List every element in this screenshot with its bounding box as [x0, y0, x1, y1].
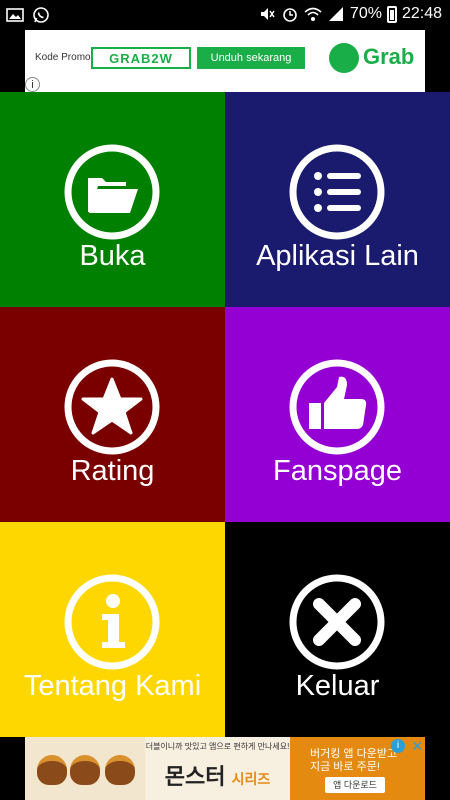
grab-logo: [329, 43, 359, 73]
status-bar: 70% 22:48: [0, 0, 450, 30]
signal-icon: [328, 7, 343, 21]
burger-image: [37, 755, 67, 785]
battery-icon: [386, 5, 397, 23]
menu-grid: Buka Aplikasi Lain Rating Fanspage Tenta…: [0, 92, 450, 737]
burger-image: [70, 755, 100, 785]
burger-image: [105, 755, 135, 785]
tile-tentang-kami[interactable]: Tentang Kami: [0, 522, 225, 737]
tile-label: Fanspage: [273, 455, 402, 487]
ad-title-area: 더블이니까 맛있고 앱으로 편하게 만나세요! 몬스터 시리즈: [145, 737, 290, 800]
ad-cta-area: 버거킹 앱 다운받고 지금 바로 주문! 앱 다운로드 i ✕: [290, 737, 425, 800]
list-icon: [289, 144, 385, 240]
bottom-ad-banner[interactable]: 더블이니까 맛있고 앱으로 편하게 만나세요! 몬스터 시리즈 버거킹 앱 다운…: [25, 737, 425, 800]
tile-keluar[interactable]: Keluar: [225, 522, 450, 737]
mute-icon: [260, 8, 275, 20]
folder-icon: [64, 144, 160, 240]
tile-aplikasi-lain[interactable]: Aplikasi Lain: [225, 92, 450, 307]
ad-info-icon[interactable]: i: [25, 77, 40, 92]
ad-title-suffix: 시리즈: [231, 771, 271, 787]
tile-label: Rating: [70, 455, 155, 487]
wifi-icon: [304, 7, 322, 21]
grab-brand-text: Grab: [363, 44, 415, 69]
promo-code: GRAB2W: [91, 47, 191, 69]
tile-label: Tentang Kami: [23, 670, 202, 702]
ad-download-button[interactable]: 앱 다운로드: [325, 777, 385, 793]
whatsapp-icon: [33, 7, 49, 23]
ad-info-icon[interactable]: i: [391, 739, 405, 753]
ad-title-main: 몬스터: [164, 764, 226, 789]
info-icon: [64, 574, 160, 670]
top-ad-banner[interactable]: Kode Promo GRAB2W Unduh sekarang Grab i: [25, 30, 425, 92]
tile-buka[interactable]: Buka: [0, 92, 225, 307]
close-icon: [289, 574, 385, 670]
tile-label: Keluar: [295, 670, 380, 702]
alarm-icon: [283, 8, 297, 22]
ad-line2: 지금 바로 주문!: [310, 761, 380, 773]
ad-close-icon[interactable]: ✕: [411, 738, 423, 755]
image-icon: [6, 8, 24, 22]
ad-title: 몬스터 시리즈: [145, 759, 290, 791]
tile-label: Buka: [79, 240, 146, 272]
battery-percent: 70%: [349, 5, 382, 22]
promo-label: Kode Promo: [35, 52, 91, 63]
tile-rating[interactable]: Rating: [0, 307, 225, 522]
tile-label: Aplikasi Lain: [256, 240, 419, 272]
ad-burger-images: [25, 737, 145, 800]
thumbs-up-icon: [289, 359, 385, 455]
download-button[interactable]: Unduh sekarang: [197, 47, 305, 69]
tile-fanspage[interactable]: Fanspage: [225, 307, 450, 522]
star-icon: [64, 359, 160, 455]
clock: 22:48: [401, 5, 442, 22]
ad-tagline: 더블이니까 맛있고 앱으로 편하게 만나세요!: [145, 742, 290, 751]
